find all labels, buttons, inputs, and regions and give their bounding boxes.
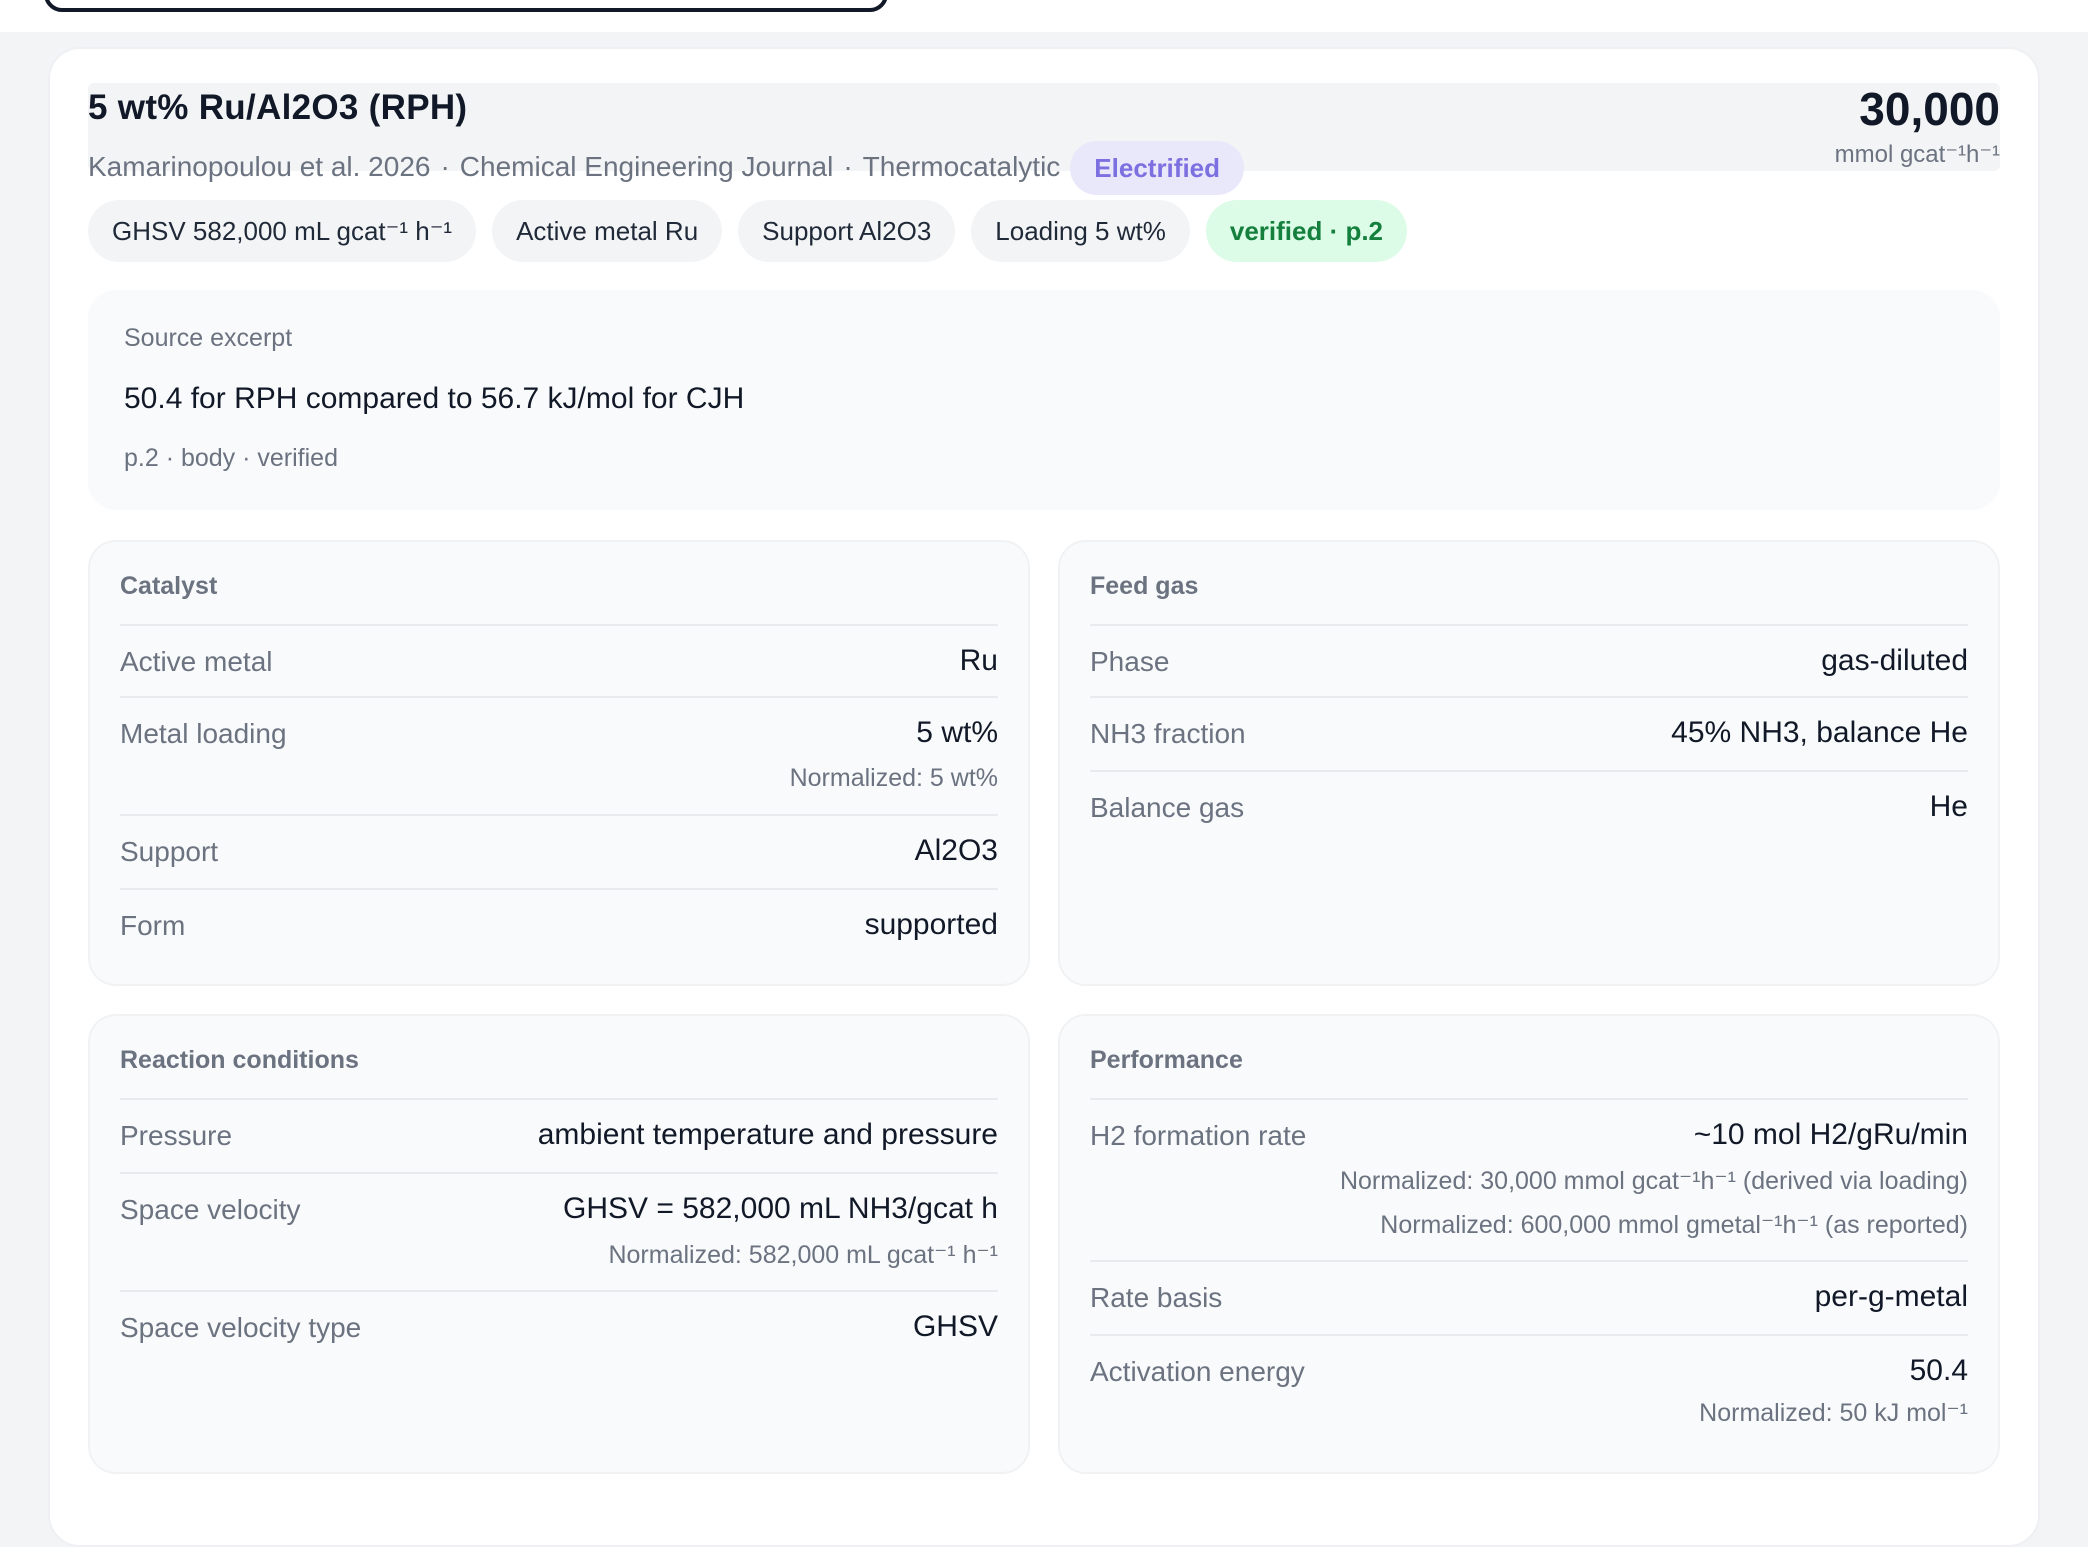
- feed-gas-panel: Feed gas Phase gas-diluted NH3 fraction …: [1058, 540, 2000, 986]
- field-label: H2 formation rate: [1090, 1120, 1307, 1151]
- reaction-conditions-panel: Reaction conditions Pressure ambient tem…: [88, 1014, 1030, 1474]
- field-normalized: Normalized: 30,000 mmol gcat⁻¹h⁻¹ (deriv…: [1339, 1167, 1968, 1195]
- field-value: 50.4: [1909, 1354, 1968, 1387]
- field-label: Space velocity: [120, 1194, 301, 1225]
- field-row: Space velocity GHSV = 582,000 mL NH3/gca…: [120, 1172, 998, 1290]
- headline-rate-unit: mmol gcat⁻¹h⁻¹: [1834, 141, 2000, 168]
- field-label: Active metal: [120, 646, 273, 677]
- meta-separator: ·: [843, 151, 853, 182]
- record-meta: Kamarinopoulou et al. 2026 · Chemical En…: [88, 139, 1245, 195]
- chip-support[interactable]: Support Al2O3: [738, 200, 956, 262]
- field-row: Active metal Ru: [120, 624, 998, 696]
- top-bar: [0, 0, 2088, 32]
- field-label: Metal loading: [120, 718, 287, 749]
- chip-ghsv[interactable]: GHSV 582,000 mL gcat⁻¹ h⁻¹: [88, 200, 477, 262]
- headline-rate-value: 30,000: [1859, 83, 2000, 135]
- chip-active-metal[interactable]: Active metal Ru: [492, 200, 723, 262]
- panel-title: Catalyst: [120, 572, 218, 600]
- field-row: Balance gas He: [1090, 770, 1968, 844]
- field-row: Activation energy 50.4 Normalized: 50 kJ…: [1090, 1334, 1968, 1446]
- field-label: Rate basis: [1090, 1282, 1223, 1313]
- field-value: 5 wt%: [916, 716, 998, 749]
- chip-loading[interactable]: Loading 5 wt%: [971, 200, 1190, 262]
- field-row: Space velocity type GHSV: [120, 1290, 998, 1364]
- panel-title: Performance: [1090, 1046, 1243, 1074]
- field-value: gas-diluted: [1821, 644, 1968, 677]
- field-value: supported: [864, 908, 998, 941]
- search-input[interactable]: [44, 0, 888, 12]
- field-normalized: Normalized: 582,000 mL gcat⁻¹ h⁻¹: [608, 1241, 998, 1269]
- field-value: GHSV: [912, 1310, 998, 1343]
- excerpt-text: 50.4 for RPH compared to 56.7 kJ/mol for…: [124, 382, 745, 415]
- field-value: per-g-metal: [1814, 1280, 1968, 1313]
- field-value: 45% NH3, balance He: [1671, 716, 1968, 749]
- field-normalized-reported: Normalized: 600,000 mmol gmetal⁻¹h⁻¹ (as…: [1380, 1211, 1968, 1239]
- field-label: Form: [120, 910, 186, 941]
- record-authors: Kamarinopoulou et al. 2026: [88, 151, 431, 182]
- field-label: Space velocity type: [120, 1312, 362, 1343]
- field-row: Pressure ambient temperature and pressur…: [120, 1098, 998, 1172]
- excerpt-label: Source excerpt: [124, 324, 293, 352]
- electrified-badge: Electrified: [1070, 141, 1245, 195]
- field-value: ~10 mol H2/gRu/min: [1693, 1118, 1968, 1151]
- summary-chips: GHSV 582,000 mL gcat⁻¹ h⁻¹ Active metal …: [88, 200, 1408, 262]
- performance-panel: Performance H2 formation rate ~10 mol H2…: [1058, 1014, 2000, 1474]
- field-normalized: Normalized: 50 kJ mol⁻¹: [1699, 1399, 1968, 1427]
- catalyst-panel: Catalyst Active metal Ru Metal loading 5…: [88, 540, 1030, 986]
- field-label: Support: [120, 836, 219, 867]
- field-value: Ru: [959, 644, 998, 677]
- chip-verified[interactable]: verified · p.2: [1205, 200, 1408, 262]
- source-excerpt: Source excerpt 50.4 for RPH compared to …: [88, 290, 2000, 510]
- field-label: Activation energy: [1090, 1356, 1305, 1387]
- field-row: Metal loading 5 wt% Normalized: 5 wt%: [120, 696, 998, 816]
- field-row: Phase gas-diluted: [1090, 624, 1968, 696]
- record-category: Thermocatalytic: [862, 151, 1061, 182]
- field-row: NH3 fraction 45% NH3, balance He: [1090, 696, 1968, 770]
- field-normalized: Normalized: 5 wt%: [789, 764, 998, 792]
- record-journal: Chemical Engineering Journal: [459, 151, 834, 182]
- excerpt-source: p.2 · body · verified: [124, 444, 338, 472]
- meta-separator: ·: [440, 151, 450, 182]
- field-row: H2 formation rate ~10 mol H2/gRu/min Nor…: [1090, 1098, 1968, 1260]
- record-title: 5 wt% Ru/Al2O3 (RPH): [88, 88, 468, 127]
- field-label: Balance gas: [1090, 792, 1245, 823]
- field-label: Pressure: [120, 1120, 233, 1151]
- field-value: He: [1929, 790, 1968, 823]
- field-row: Form supported: [120, 888, 998, 962]
- field-value: GHSV = 582,000 mL NH3/gcat h: [563, 1192, 998, 1225]
- field-value: Al2O3: [914, 834, 998, 867]
- field-label: NH3 fraction: [1090, 718, 1246, 749]
- field-label: Phase: [1090, 646, 1170, 677]
- panel-title: Reaction conditions: [120, 1046, 359, 1074]
- panel-title: Feed gas: [1090, 572, 1199, 600]
- field-row: Rate basis per-g-metal: [1090, 1260, 1968, 1334]
- field-row: Support Al2O3: [120, 814, 998, 888]
- field-value: ambient temperature and pressure: [537, 1118, 998, 1151]
